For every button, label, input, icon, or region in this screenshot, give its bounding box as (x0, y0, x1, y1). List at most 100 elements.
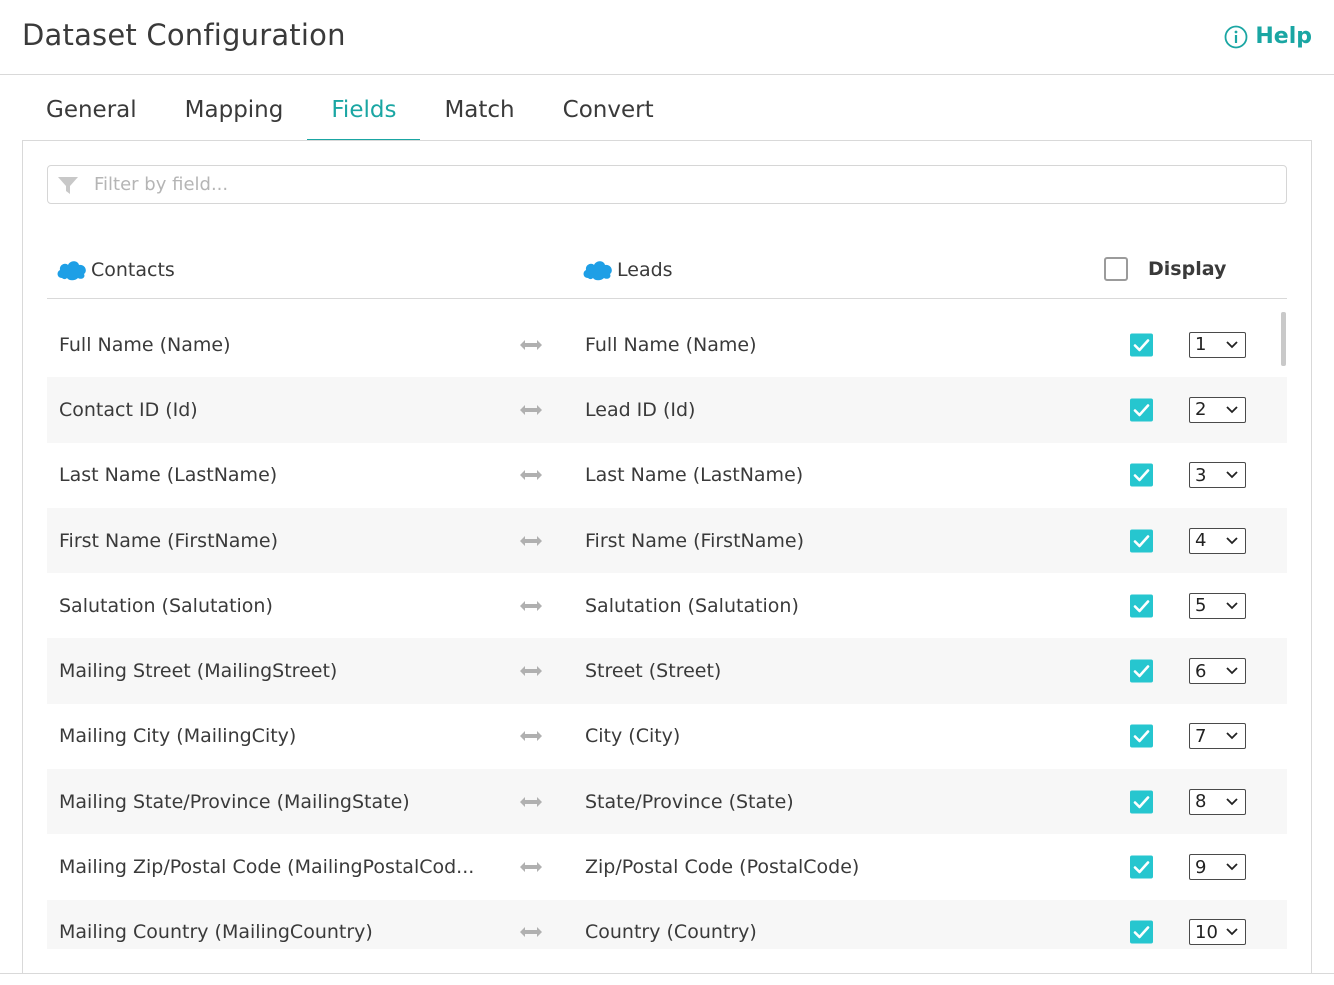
bidirectional-arrow-icon (520, 927, 542, 938)
divider (0, 973, 1334, 974)
scrollbar[interactable] (1281, 312, 1286, 366)
contacts-label: Contacts (91, 259, 175, 281)
filter-input[interactable] (94, 174, 1194, 195)
lead-field-label: Street (Street) (585, 660, 722, 683)
contact-field-label: Mailing Country (MailingCountry) (59, 921, 373, 944)
display-order-value: 6 (1195, 660, 1207, 682)
contact-field-label: First Name (FirstName) (59, 529, 278, 552)
check-icon (1133, 926, 1150, 939)
check-icon (1133, 600, 1150, 613)
help-button[interactable]: Help (1224, 24, 1312, 49)
lead-field-label: City (City) (585, 725, 681, 748)
check-icon (1133, 861, 1150, 874)
leads-column-header: Leads (582, 259, 673, 281)
display-order-select[interactable]: 8 (1189, 788, 1246, 815)
bidirectional-arrow-icon (520, 666, 542, 677)
bidirectional-arrow-icon (520, 535, 542, 546)
table-row: Mailing State/Province (MailingState) Sta… (47, 769, 1287, 835)
tab-match[interactable]: Match (420, 75, 538, 141)
contact-field-label: Mailing City (MailingCity) (59, 725, 297, 748)
column-header: Contacts Leads Display (47, 253, 1287, 299)
contact-field-label: Mailing State/Province (MailingState) (59, 790, 410, 813)
display-order-select[interactable]: 10 (1189, 919, 1246, 946)
select-all-checkbox[interactable] (1104, 257, 1128, 281)
contact-field-label: Salutation (Salutation) (59, 594, 273, 617)
bidirectional-arrow-icon (520, 862, 542, 873)
display-order-value: 3 (1195, 464, 1207, 486)
chevron-down-icon (1226, 732, 1238, 740)
chevron-down-icon (1226, 602, 1238, 610)
contacts-column-header: Contacts (56, 259, 175, 281)
display-order-select[interactable]: 5 (1189, 592, 1246, 619)
display-checkbox[interactable] (1130, 659, 1153, 683)
table-row: Mailing Country (MailingCountry) Country … (47, 899, 1287, 949)
lead-field-label: First Name (FirstName) (585, 529, 804, 552)
check-icon (1133, 404, 1150, 417)
table-row: First Name (FirstName) First Name (FirstN… (47, 507, 1287, 574)
display-order-select[interactable]: 3 (1189, 462, 1246, 489)
display-order-value: 1 (1195, 334, 1207, 356)
display-checkbox[interactable] (1130, 333, 1153, 357)
tab-convert[interactable]: Convert (539, 75, 678, 141)
bidirectional-arrow-icon (520, 796, 542, 807)
lead-field-label: Lead ID (Id) (585, 398, 696, 421)
display-order-select[interactable]: 7 (1189, 723, 1246, 750)
lead-field-label: Full Name (Name) (585, 333, 757, 356)
display-order-value: 4 (1195, 530, 1207, 552)
chevron-down-icon (1226, 928, 1238, 936)
display-order-value: 5 (1195, 595, 1207, 617)
chevron-down-icon (1226, 341, 1238, 348)
display-order-select[interactable]: 6 (1189, 658, 1246, 685)
chevron-down-icon (1226, 863, 1238, 871)
check-icon (1133, 338, 1150, 351)
table-row: Full Name (Name) Full Name (Name) 1 (47, 312, 1287, 377)
tab-bar: General Mapping Fields Match Convert (22, 75, 678, 141)
display-checkbox[interactable] (1130, 724, 1153, 748)
page-title: Dataset Configuration (22, 18, 346, 52)
chevron-down-icon (1226, 667, 1238, 675)
chevron-down-icon (1226, 536, 1238, 544)
display-order-select[interactable]: 9 (1189, 854, 1246, 881)
salesforce-cloud-icon (57, 261, 86, 281)
chevron-down-icon (1226, 471, 1238, 479)
bidirectional-arrow-icon (520, 600, 542, 611)
display-checkbox[interactable] (1130, 855, 1153, 879)
page-header: Dataset Configuration Help (0, 0, 1334, 75)
tab-fields[interactable]: Fields (307, 75, 421, 141)
display-order-value: 8 (1195, 791, 1207, 813)
contact-field-label: Mailing Zip/Postal Code (MailingPostalCo… (59, 856, 475, 879)
display-order-select[interactable]: 4 (1189, 527, 1246, 554)
leads-label: Leads (617, 259, 673, 281)
display-checkbox[interactable] (1130, 790, 1153, 814)
display-checkbox[interactable] (1130, 920, 1153, 944)
contact-field-label: Contact ID (Id) (59, 398, 198, 421)
display-checkbox[interactable] (1130, 594, 1153, 618)
display-order-value: 10 (1195, 921, 1218, 943)
table-row: Mailing Street (MailingStreet) Street (St… (47, 638, 1287, 704)
check-icon (1133, 469, 1150, 482)
lead-field-label: Country (Country) (585, 921, 757, 944)
display-order-select[interactable]: 2 (1189, 396, 1246, 423)
lead-field-label: State/Province (State) (585, 790, 794, 813)
display-checkbox[interactable] (1130, 529, 1153, 553)
bidirectional-arrow-icon (520, 339, 542, 350)
tab-general[interactable]: General (22, 75, 161, 141)
table-row: Mailing Zip/Postal Code (MailingPostalCo… (47, 834, 1287, 899)
bidirectional-arrow-icon (520, 731, 542, 742)
display-order-value: 7 (1195, 725, 1207, 747)
display-checkbox[interactable] (1130, 398, 1153, 422)
check-icon (1133, 534, 1150, 547)
table-row: Contact ID (Id) Lead ID (Id) 2 (47, 377, 1287, 443)
display-checkbox[interactable] (1130, 463, 1153, 487)
display-order-value: 9 (1195, 856, 1207, 878)
tab-mapping[interactable]: Mapping (161, 75, 308, 141)
display-header: Display (1104, 257, 1226, 281)
lead-field-label: Last Name (LastName) (585, 464, 804, 487)
field-list: Full Name (Name) Full Name (Name) 1 Contact… (47, 312, 1287, 949)
table-row: Last Name (LastName) Last Name (LastName)… (47, 443, 1287, 508)
filter-box (47, 165, 1287, 204)
display-order-select[interactable]: 1 (1189, 331, 1246, 358)
fields-panel: Contacts Leads Display Full Name (Name) F… (22, 140, 1312, 974)
contact-field-label: Last Name (LastName) (59, 464, 278, 487)
check-icon (1133, 795, 1150, 809)
